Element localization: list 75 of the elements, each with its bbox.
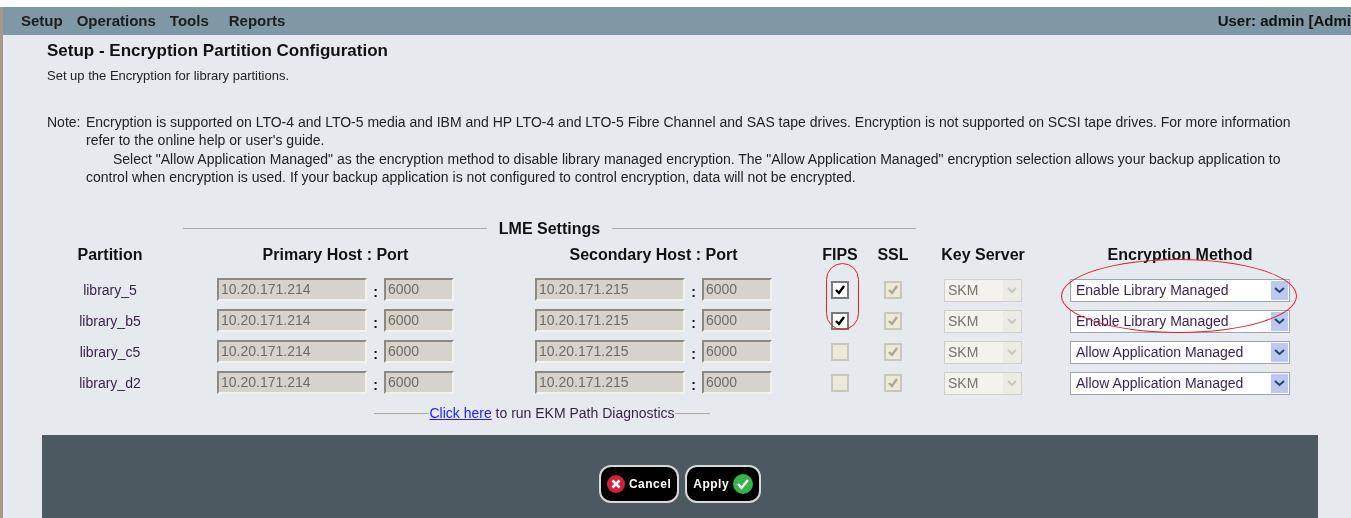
partition-name: library_5 (82, 280, 138, 300)
column-header: Key Server (940, 244, 1026, 265)
note-label: Note: (47, 112, 82, 132)
apply-button[interactable]: Apply (685, 465, 762, 504)
separator-colon: : (372, 344, 379, 364)
column-header: Secondary Host : Port (568, 244, 739, 265)
diagnostics-text: Click here to run EKM Path Diagnostics (429, 404, 675, 423)
chevron-down-icon (1003, 310, 1021, 332)
separator-colon: : (372, 375, 379, 395)
separator-colon: : (690, 282, 697, 302)
menu-item[interactable]: Operations (76, 9, 156, 33)
input-field[interactable]: 10.20.171.214 (217, 339, 367, 363)
encryption-method-select[interactable]: Allow Application Managed (1070, 340, 1290, 364)
input-field[interactable]: 10.20.171.215 (535, 277, 685, 301)
chevron-down-icon (1003, 372, 1021, 394)
column-header: SSL (876, 244, 910, 265)
partition-name: library_c5 (78, 342, 142, 362)
diagnostics-link[interactable]: Click here (429, 405, 492, 421)
separator-colon: : (372, 313, 379, 333)
chevron-down-icon (1271, 342, 1288, 362)
input-field[interactable]: 10.20.171.214 (217, 308, 367, 332)
separator-colon: : (372, 282, 379, 302)
checkmark-icon (887, 377, 899, 389)
input-field[interactable]: 6000 (702, 277, 772, 301)
partition-name: library_d2 (78, 373, 142, 393)
note-text: Encryption is supported on LTO-4 and LTO-5 media and IBM and HP LTO-4 and LTO-5 Fibre Channel and SAS tape drives. Encryption is not supported on SCSI tape drives. For more information refer to the online help or user's guide. (86, 112, 1292, 150)
input-field[interactable]: 6000 (384, 339, 454, 363)
input-field[interactable]: 6000 (384, 277, 454, 301)
column-header: Primary Host : Port (261, 244, 410, 265)
key-server-select[interactable]: SKM (944, 309, 1022, 333)
encryption-method-select[interactable]: Enable Library Managed (1070, 278, 1290, 302)
menu-item[interactable]: Setup (21, 9, 63, 33)
page-subtitle: Set up the Encryption for library partitions. (47, 67, 291, 85)
input-field[interactable]: 10.20.171.215 (535, 370, 685, 394)
checkmark-icon (834, 315, 846, 327)
column-header: FIPS (821, 244, 859, 265)
checkmark-icon (733, 474, 754, 495)
checkbox[interactable] (831, 281, 849, 299)
chevron-down-icon (1271, 280, 1288, 300)
note-text: Select "Allow Application Managed" as the encryption method to disable library managed encryption. The "Allow Application Managed" encryption selection allows your backup application to control when encryption is used. If your backup application is not configured to control encryption, data will not be encrypted. (86, 149, 1282, 187)
chevron-down-icon (1003, 279, 1021, 301)
chevron-down-icon (1271, 373, 1288, 393)
key-server-select[interactable]: SKM (944, 371, 1022, 395)
column-header: Partition (76, 244, 144, 265)
page-title: Setup - Encryption Partition Configuration (47, 40, 389, 62)
input-field[interactable]: 6000 (702, 370, 772, 394)
checkbox[interactable] (831, 312, 849, 330)
encryption-method-select[interactable]: Allow Application Managed (1070, 371, 1290, 395)
cancel-button[interactable]: Cancel (598, 465, 680, 504)
close-icon (606, 475, 625, 494)
chevron-down-icon (1271, 311, 1288, 331)
input-field[interactable]: 10.20.171.214 (217, 370, 367, 394)
checkmark-icon (887, 284, 899, 296)
separator-colon: : (690, 375, 697, 395)
column-header: Encryption Method (1106, 244, 1254, 265)
key-server-select[interactable]: SKM (944, 278, 1022, 302)
input-field[interactable]: 6000 (702, 339, 772, 363)
separator-colon: : (690, 344, 697, 364)
input-field[interactable]: 10.20.171.214 (217, 277, 367, 301)
partition-name: library_b5 (78, 311, 142, 331)
input-field[interactable]: 10.20.171.215 (535, 339, 685, 363)
section-title: LME Settings (497, 218, 602, 239)
checkmark-icon (887, 315, 899, 327)
checkmark-icon (834, 284, 846, 296)
input-field[interactable]: 6000 (702, 308, 772, 332)
input-field[interactable]: 6000 (384, 308, 454, 332)
checkmark-icon (887, 346, 899, 358)
input-field[interactable]: 6000 (384, 370, 454, 394)
menu-item[interactable]: Tools (169, 9, 209, 33)
key-server-select[interactable]: SKM (944, 340, 1022, 364)
user-label: User: admin [Admi (1217, 10, 1351, 31)
menu-item[interactable]: Reports (228, 9, 286, 33)
separator-colon: : (690, 313, 697, 333)
chevron-down-icon (1003, 341, 1021, 363)
input-field[interactable]: 10.20.171.215 (535, 308, 685, 332)
